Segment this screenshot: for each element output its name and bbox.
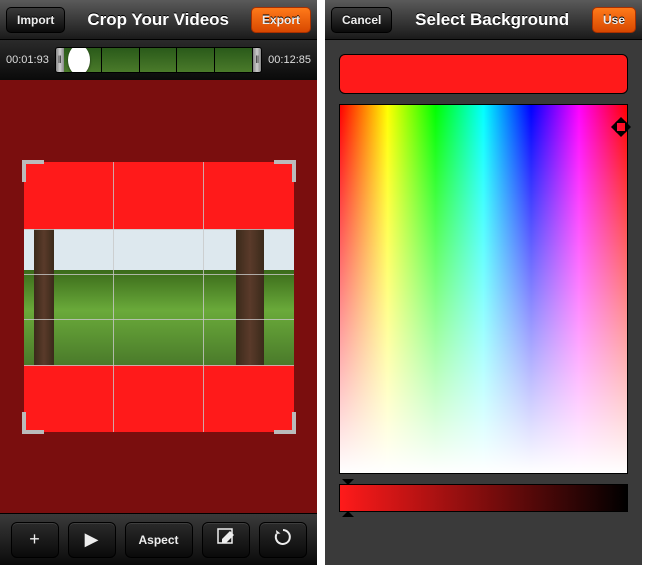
- crop-handle-bl[interactable]: [22, 412, 44, 434]
- refresh-icon: [274, 528, 292, 551]
- timeline-frames: [64, 48, 253, 72]
- edit-button[interactable]: [202, 522, 250, 558]
- crop-navbar: Import Crop Your Videos Export: [0, 0, 317, 40]
- trim-handle-right[interactable]: ‖: [253, 47, 261, 73]
- timeline-track[interactable]: ‖ ‖: [55, 47, 262, 73]
- start-time-label: 00:01:93: [6, 54, 49, 66]
- import-button[interactable]: Import: [6, 7, 65, 33]
- background-screen: Cancel Select Background Use: [325, 0, 642, 565]
- play-icon: ▶: [85, 529, 99, 550]
- aspect-button[interactable]: Aspect: [125, 522, 193, 558]
- cancel-button[interactable]: Cancel: [331, 7, 392, 33]
- brightness-cursor[interactable]: [342, 481, 354, 515]
- refresh-button[interactable]: [259, 522, 307, 558]
- color-picker-cursor[interactable]: [611, 117, 631, 137]
- color-picker-body: [325, 40, 642, 526]
- crop-handle-tr[interactable]: [274, 160, 296, 182]
- add-button[interactable]: +: [11, 522, 59, 558]
- edit-icon: [216, 527, 236, 552]
- crop-handle-tl[interactable]: [22, 160, 44, 182]
- playhead-thumb[interactable]: [68, 47, 90, 73]
- selected-color-swatch: [339, 54, 628, 94]
- crop-bottom-bar: [24, 365, 294, 432]
- trim-handle-left[interactable]: ‖: [56, 47, 64, 73]
- background-navbar: Cancel Select Background Use: [325, 0, 642, 40]
- crop-title: Crop Your Videos: [87, 10, 229, 30]
- use-button[interactable]: Use: [592, 7, 636, 33]
- video-preview: [24, 229, 294, 365]
- crop-toolbar: + ▶ Aspect: [0, 513, 317, 565]
- color-picker-field[interactable]: [339, 104, 628, 474]
- timeline: 00:01:93 ‖ ‖ 00:12:85: [0, 40, 317, 80]
- play-button[interactable]: ▶: [68, 522, 116, 558]
- background-title: Select Background: [415, 10, 569, 30]
- crop-screen: Import Crop Your Videos Export 00:01:93 …: [0, 0, 317, 565]
- crop-frame[interactable]: [24, 162, 294, 432]
- crop-top-bar: [24, 162, 294, 229]
- end-time-label: 00:12:85: [268, 54, 311, 66]
- crop-canvas: [0, 80, 317, 513]
- brightness-slider[interactable]: [339, 484, 628, 512]
- crop-handle-br[interactable]: [274, 412, 296, 434]
- export-button[interactable]: Export: [251, 7, 311, 33]
- plus-icon: +: [29, 529, 40, 550]
